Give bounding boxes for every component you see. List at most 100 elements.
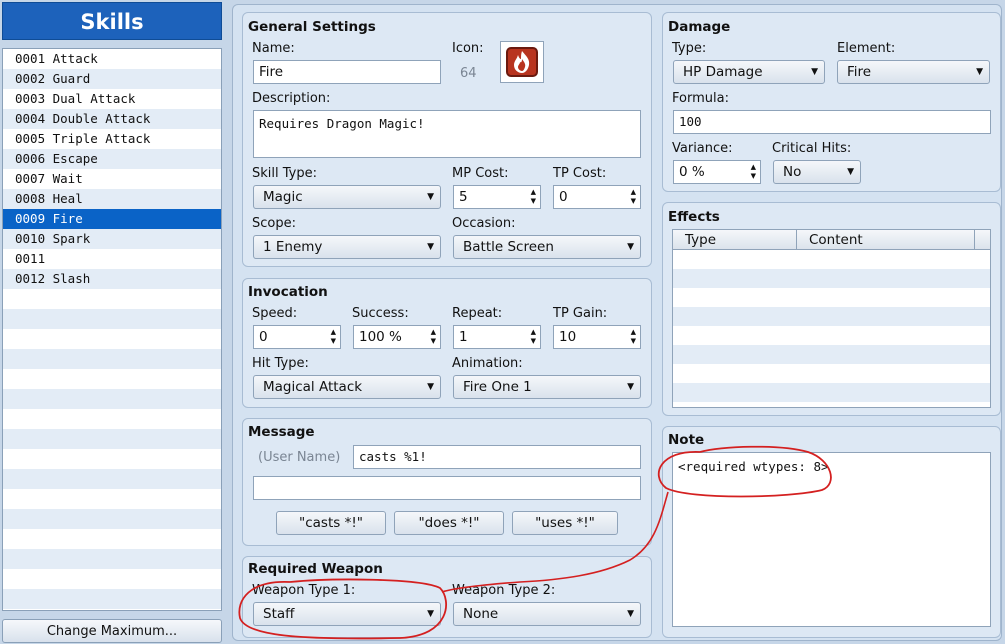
skill-list-item[interactable]: 0009 Fire	[3, 209, 221, 229]
skill-list-item[interactable]: 0004 Double Attack	[3, 109, 221, 129]
effects-empty-row[interactable]	[673, 288, 990, 307]
occasion-dropdown[interactable]: Battle Screen ▼	[453, 235, 641, 259]
skill-list-item[interactable]: 0010 Spark	[3, 229, 221, 249]
uses-button[interactable]: "uses *!"	[512, 511, 618, 535]
hit-type-dropdown[interactable]: Magical Attack ▼	[253, 375, 441, 399]
weapon-type2-value: None	[463, 606, 499, 622]
skill-list-empty-row[interactable]	[3, 349, 221, 369]
repeat-spinner[interactable]: 1 ▲ ▼	[453, 325, 541, 349]
skill-list-empty-row[interactable]	[3, 549, 221, 569]
skill-list-empty-row[interactable]	[3, 489, 221, 509]
effects-empty-row[interactable]	[673, 307, 990, 326]
chevron-down-icon: ▼	[627, 609, 634, 619]
skill-list-item[interactable]: 0002 Guard	[3, 69, 221, 89]
variance-spinner[interactable]: 0 % ▲ ▼	[673, 160, 761, 184]
note-title: Note	[668, 432, 705, 448]
skill-list-empty-row[interactable]	[3, 389, 221, 409]
skill-list-empty-row[interactable]	[3, 589, 221, 609]
required-weapon-title: Required Weapon	[248, 561, 383, 577]
skill-list-empty-row[interactable]	[3, 449, 221, 469]
spinner-arrows-icon[interactable]: ▲ ▼	[531, 188, 536, 206]
spinner-arrows-icon[interactable]: ▲ ▼	[531, 328, 536, 346]
occasion-label: Occasion:	[452, 216, 516, 231]
effects-column-content[interactable]: Content	[797, 230, 975, 250]
chevron-down-icon: ▼	[627, 382, 634, 392]
skill-list-empty-row[interactable]	[3, 309, 221, 329]
skill-list-item[interactable]: 0005 Triple Attack	[3, 129, 221, 149]
formula-field[interactable]: 100	[673, 110, 991, 134]
skill-list-empty-row[interactable]	[3, 429, 221, 449]
critical-hits-label: Critical Hits:	[772, 141, 852, 156]
spinner-arrows-icon[interactable]: ▲ ▼	[331, 328, 336, 346]
scope-dropdown[interactable]: 1 Enemy ▼	[253, 235, 441, 259]
does-button[interactable]: "does *!"	[394, 511, 504, 535]
effects-empty-row[interactable]	[673, 383, 990, 402]
chevron-down-icon: ▼	[427, 192, 434, 202]
speed-spinner[interactable]: 0 ▲ ▼	[253, 325, 341, 349]
tp-gain-spinner[interactable]: 10 ▲ ▼	[553, 325, 641, 349]
damage-type-dropdown[interactable]: HP Damage ▼	[673, 60, 825, 84]
spinner-arrows-icon[interactable]: ▲ ▼	[631, 188, 636, 206]
effects-empty-row[interactable]	[673, 250, 990, 269]
mp-cost-spinner[interactable]: 5 ▲ ▼	[453, 185, 541, 209]
skill-list-item[interactable]: 0007 Wait	[3, 169, 221, 189]
skill-list-empty-row[interactable]	[3, 369, 221, 389]
tp-cost-spinner[interactable]: 0 ▲ ▼	[553, 185, 641, 209]
skill-list-empty-row[interactable]	[3, 469, 221, 489]
repeat-value: 1	[459, 329, 468, 345]
skill-list-empty-row[interactable]	[3, 569, 221, 589]
damage-title: Damage	[668, 19, 731, 35]
element-label: Element:	[837, 41, 896, 56]
animation-dropdown[interactable]: Fire One 1 ▼	[453, 375, 641, 399]
effects-table[interactable]: Type Content	[672, 229, 991, 408]
name-label: Name:	[252, 41, 295, 56]
skill-list[interactable]: 0001 Attack 0002 Guard 0003 Dual Attack 000…	[2, 48, 222, 611]
weapon-type2-dropdown[interactable]: None ▼	[453, 602, 641, 626]
icon-picker[interactable]	[500, 41, 544, 83]
skill-list-item[interactable]: 0006 Escape	[3, 149, 221, 169]
chevron-down-icon: ▼	[427, 242, 434, 252]
skill-list-item[interactable]: 0001 Attack	[3, 49, 221, 69]
skill-list-item[interactable]: 0011	[3, 249, 221, 269]
change-maximum-button[interactable]: Change Maximum...	[2, 619, 222, 643]
weapon-type1-label: Weapon Type 1:	[252, 583, 356, 598]
scope-value: 1 Enemy	[263, 239, 323, 255]
weapon-type1-dropdown[interactable]: Staff ▼	[253, 602, 441, 626]
effects-empty-row[interactable]	[673, 364, 990, 383]
skill-list-empty-row[interactable]	[3, 529, 221, 549]
skill-list-item[interactable]: 0003 Dual Attack	[3, 89, 221, 109]
casts-button[interactable]: "casts *!"	[276, 511, 386, 535]
chevron-down-icon: ▼	[976, 67, 983, 77]
mp-cost-label: MP Cost:	[452, 166, 509, 181]
variance-value: 0 %	[679, 164, 705, 180]
note-field[interactable]: <required wtypes: 8>	[672, 452, 991, 627]
success-value: 100 %	[359, 329, 402, 345]
effects-empty-row[interactable]	[673, 345, 990, 364]
chevron-down-icon: ▼	[627, 242, 634, 252]
spinner-arrows-icon[interactable]: ▲ ▼	[431, 328, 436, 346]
effects-empty-row[interactable]	[673, 269, 990, 288]
effects-column-type[interactable]: Type	[673, 230, 797, 250]
message-line2-field[interactable]	[253, 476, 641, 500]
name-field[interactable]: Fire	[253, 60, 441, 84]
element-dropdown[interactable]: Fire ▼	[837, 60, 990, 84]
spinner-arrows-icon[interactable]: ▲ ▼	[751, 163, 756, 181]
chevron-down-icon: ▼	[847, 167, 854, 177]
effects-empty-row[interactable]	[673, 326, 990, 345]
skill-list-item[interactable]: 0008 Heal	[3, 189, 221, 209]
message-title: Message	[248, 424, 315, 440]
skill-list-empty-row[interactable]	[3, 409, 221, 429]
description-label: Description:	[252, 91, 331, 106]
skill-list-empty-row[interactable]	[3, 289, 221, 309]
message-line1-field[interactable]: casts %1!	[353, 445, 641, 469]
spinner-arrows-icon[interactable]: ▲ ▼	[631, 328, 636, 346]
success-spinner[interactable]: 100 % ▲ ▼	[353, 325, 441, 349]
skill-type-dropdown[interactable]: Magic ▼	[253, 185, 441, 209]
tp-gain-label: TP Gain:	[553, 306, 608, 321]
skill-list-empty-row[interactable]	[3, 509, 221, 529]
skill-list-item[interactable]: 0012 Slash	[3, 269, 221, 289]
skill-list-empty-row[interactable]	[3, 329, 221, 349]
critical-hits-dropdown[interactable]: No ▼	[773, 160, 861, 184]
description-field[interactable]: Requires Dragon Magic!	[253, 110, 641, 158]
chevron-down-icon: ▼	[427, 382, 434, 392]
